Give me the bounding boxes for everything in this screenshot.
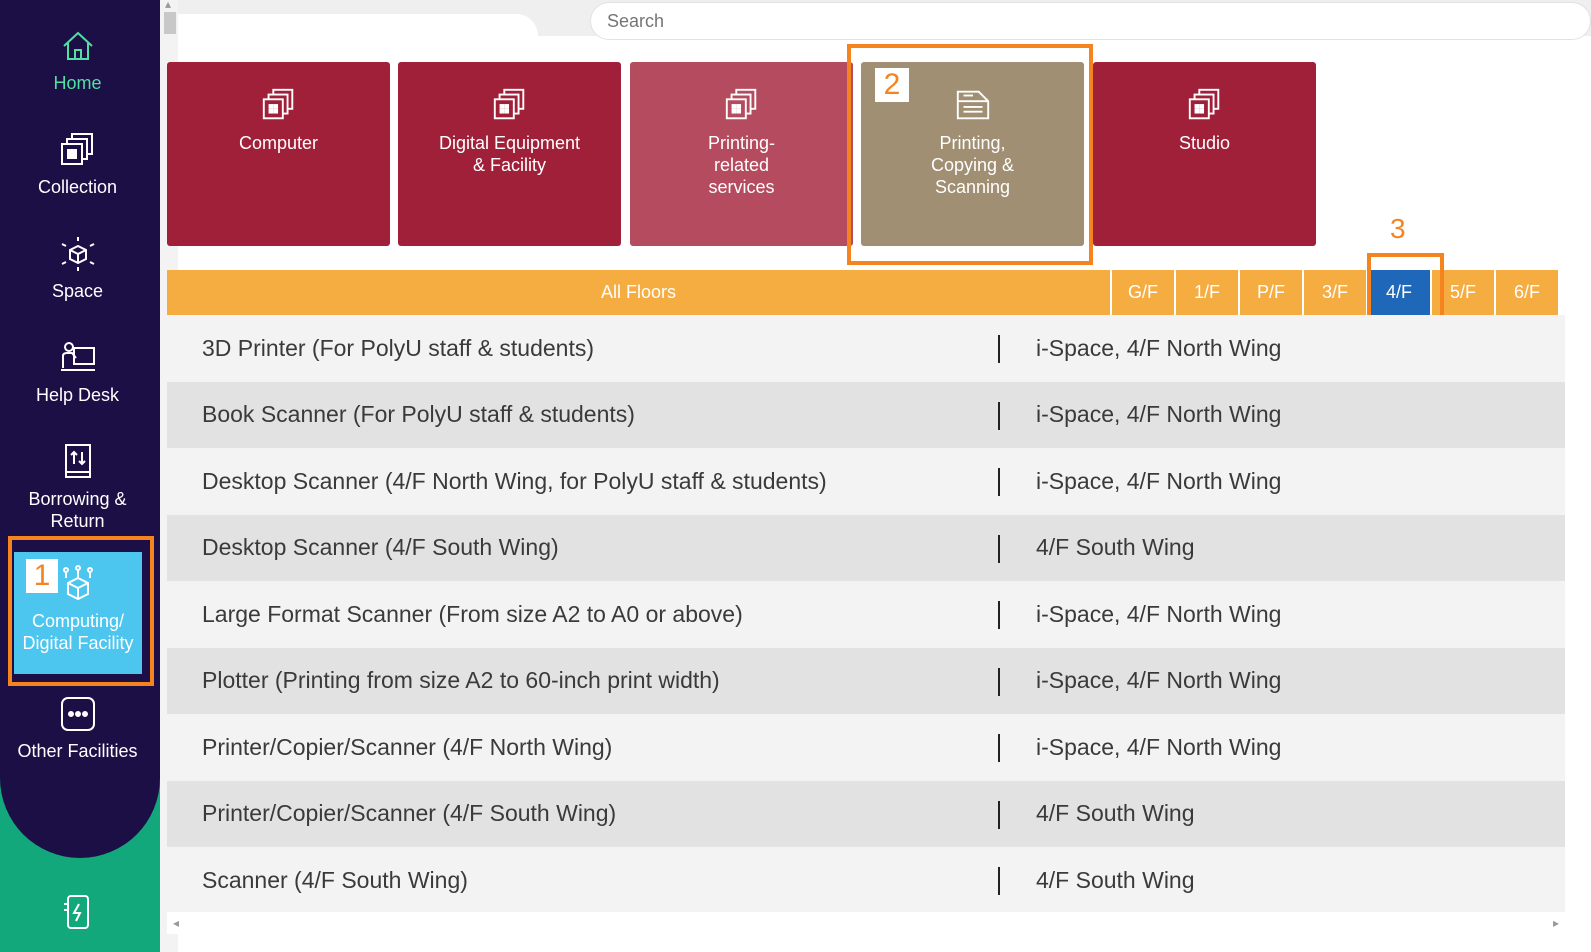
facility-name: Book Scanner (For PolyU staff & students… bbox=[202, 401, 635, 428]
divider bbox=[998, 734, 1000, 762]
marker-1: 1 bbox=[26, 559, 58, 593]
facility-location: 4/F South Wing bbox=[1036, 800, 1195, 827]
category-label: Digital Equipment & Facility bbox=[438, 133, 581, 175]
facility-location: i-Space, 4/F North Wing bbox=[1036, 334, 1282, 361]
sidebar-item-label: Collection bbox=[37, 177, 118, 197]
divider bbox=[998, 335, 1000, 363]
table-row[interactable]: Book Scanner (For PolyU staff & students… bbox=[167, 381, 1565, 448]
divider bbox=[998, 534, 1000, 563]
facility-location: 4/F South Wing bbox=[1036, 866, 1195, 893]
sidebar-item-label: Help Desk bbox=[35, 385, 120, 405]
marker-2: 2 bbox=[875, 68, 909, 102]
help-desk-icon bbox=[60, 342, 95, 371]
sidebar-item-borrowing-return[interactable]: Borrowing & Return bbox=[0, 442, 155, 532]
facility-name: Desktop Scanner (4/F North Wing, for Pol… bbox=[202, 467, 827, 494]
floor-button-6f[interactable]: 6/F bbox=[1494, 270, 1558, 315]
floor-button-1f[interactable]: 1/F bbox=[1174, 270, 1238, 315]
floor-all-button[interactable]: All Floors bbox=[167, 270, 1110, 315]
sidebar-item-other-facilities[interactable]: Other Facilities bbox=[0, 694, 155, 762]
sidebar-item-help-desk[interactable]: Help Desk bbox=[0, 338, 155, 406]
facility-location: i-Space, 4/F North Wing bbox=[1036, 600, 1282, 627]
sidebar-item-collection[interactable]: Collection bbox=[0, 130, 155, 198]
table-row[interactable]: Large Format Scanner (From size A2 to A0… bbox=[167, 581, 1565, 648]
scroll-left-icon[interactable]: ◂ bbox=[173, 916, 179, 930]
divider bbox=[998, 800, 1000, 829]
divider bbox=[998, 867, 1000, 895]
floor-filter-bar: All Floors G/F 1/F P/F 3/F 4/F 5/F 6/F bbox=[167, 270, 1558, 315]
facility-name: Printer/Copier/Scanner (4/F North Wing) bbox=[202, 733, 613, 760]
divider bbox=[998, 401, 1000, 430]
table-row[interactable]: Printer/Copier/Scanner (4/F South Wing) 4… bbox=[167, 780, 1565, 847]
sidebar-item-space[interactable]: Space bbox=[0, 234, 155, 302]
facility-location: i-Space, 4/F North Wing bbox=[1036, 401, 1282, 428]
category-label: Computer bbox=[238, 133, 319, 153]
horizontal-scrollbar[interactable]: ◂ ▸ bbox=[167, 912, 1565, 934]
collection-icon bbox=[725, 88, 756, 120]
facility-name: Plotter (Printing from size A2 to 60-inc… bbox=[202, 667, 720, 694]
table-row[interactable]: Desktop Scanner (4/F North Wing, for Pol… bbox=[167, 448, 1565, 515]
collection-icon bbox=[60, 133, 93, 165]
search-input[interactable] bbox=[590, 2, 1591, 40]
sidebar-item-home[interactable]: Home bbox=[0, 26, 155, 94]
table-row[interactable]: Plotter (Printing from size A2 to 60-inc… bbox=[167, 647, 1565, 714]
facility-name: 3D Printer (For PolyU staff & students) bbox=[202, 334, 594, 361]
floor-button-3f[interactable]: 3/F bbox=[1302, 270, 1366, 315]
borrowing-return-icon bbox=[64, 444, 91, 478]
scroll-up-icon[interactable]: ▴ bbox=[165, 0, 171, 11]
table-row[interactable]: Scanner (4/F South Wing) 4/F South Wing bbox=[167, 847, 1565, 914]
sidebar-item-label: Space bbox=[51, 281, 104, 301]
sidebar-item-label: Borrowing & Return bbox=[28, 489, 127, 531]
scrollbar-thumb[interactable] bbox=[164, 12, 176, 34]
collection-icon bbox=[493, 88, 524, 120]
space-icon bbox=[61, 237, 94, 271]
facility-name: Printer/Copier/Scanner (4/F South Wing) bbox=[202, 800, 617, 827]
table-row[interactable]: Desktop Scanner (4/F South Wing) 4/F Sout… bbox=[167, 514, 1565, 581]
facility-location: i-Space, 4/F North Wing bbox=[1036, 667, 1282, 694]
facility-name: Large Format Scanner (From size A2 to A0… bbox=[202, 600, 743, 627]
facility-location: i-Space, 4/F North Wing bbox=[1036, 733, 1282, 760]
category-tile-printing-related[interactable]: Printing-related services bbox=[630, 62, 853, 246]
sidebar-item-label: Home bbox=[53, 73, 102, 93]
home-icon bbox=[62, 31, 93, 60]
facility-location: 4/F South Wing bbox=[1036, 534, 1195, 561]
facility-name: Scanner (4/F South Wing) bbox=[202, 866, 468, 893]
facility-location: i-Space, 4/F North Wing bbox=[1036, 467, 1282, 494]
divider bbox=[998, 667, 1000, 696]
category-tile-digital-equipment[interactable]: Digital Equipment & Facility bbox=[398, 62, 621, 246]
category-label: Studio bbox=[1178, 133, 1231, 153]
table-row[interactable]: 3D Printer (For PolyU staff & students) i… bbox=[167, 315, 1565, 382]
collection-icon bbox=[1188, 88, 1219, 120]
scroll-right-icon[interactable]: ▸ bbox=[1553, 916, 1559, 930]
sidebar-item-label: Other Facilities bbox=[17, 741, 138, 761]
facility-name: Desktop Scanner (4/F South Wing) bbox=[202, 534, 559, 561]
floor-button-gf[interactable]: G/F bbox=[1110, 270, 1174, 315]
category-tile-studio[interactable]: Studio bbox=[1093, 62, 1316, 246]
collection-icon bbox=[262, 88, 293, 120]
category-tile-computer[interactable]: Computer bbox=[167, 62, 390, 246]
other-facilities-icon bbox=[60, 697, 95, 731]
marker-3: 3 bbox=[1390, 213, 1406, 244]
sidebar: Home Collection Space Help Desk Borrowin… bbox=[0, 0, 160, 952]
phone-charging-button[interactable] bbox=[60, 892, 96, 932]
floor-button-pf[interactable]: P/F bbox=[1238, 270, 1302, 315]
phone-charging-icon bbox=[64, 895, 89, 929]
divider bbox=[998, 601, 1000, 629]
category-label: Printing-related services bbox=[707, 133, 776, 197]
table-row[interactable]: Printer/Copier/Scanner (4/F North Wing) i… bbox=[167, 714, 1565, 781]
tab-shape bbox=[178, 14, 538, 36]
divider bbox=[998, 468, 1000, 496]
facility-table: 3D Printer (For PolyU staff & students) i… bbox=[167, 315, 1565, 914]
